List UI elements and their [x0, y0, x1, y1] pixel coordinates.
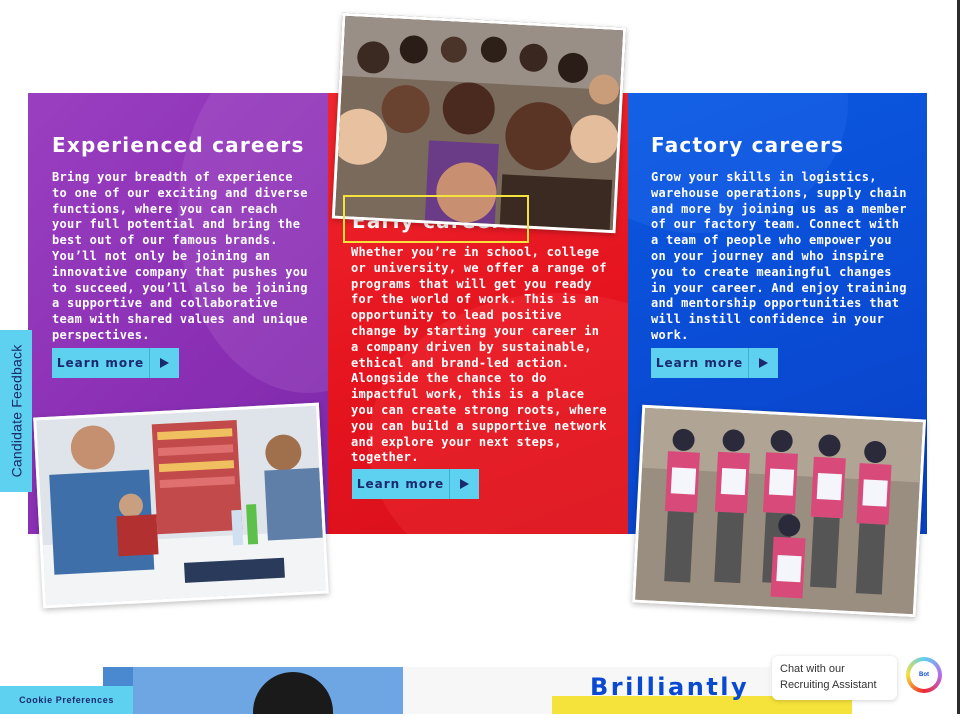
experienced-careers-title: Experienced careers [52, 133, 305, 157]
factory-careers-text: Grow your skills in logistics, warehouse… [651, 170, 907, 342]
chat-prompt-bubble[interactable]: Chat with our Recruiting Assistant [772, 656, 897, 700]
cookie-preferences-button[interactable]: Cookie Preferences [0, 686, 133, 714]
focus-highlight-box [343, 195, 529, 243]
learn-more-label: Learn more [655, 356, 744, 370]
early-careers-text: Whether you’re in school, college or uni… [351, 245, 607, 465]
factory-learn-more-button[interactable]: Learn more [651, 348, 778, 378]
learn-more-label: Learn more [356, 477, 445, 491]
experienced-careers-photo [33, 402, 329, 609]
experienced-learn-more-button[interactable]: Learn more [52, 348, 179, 378]
play-arrow-icon [748, 348, 778, 378]
candidate-feedback-label: Candidate Feedback [8, 344, 24, 478]
chat-bot-icon[interactable]: Bot [906, 657, 942, 693]
factory-careers-photo [632, 404, 926, 618]
candidate-feedback-tab[interactable]: Candidate Feedback [0, 330, 32, 492]
banner-heading: Brilliantly [590, 673, 750, 701]
banner-image-left [103, 667, 403, 718]
learn-more-label: Learn more [56, 356, 145, 370]
early-learn-more-button[interactable]: Learn more [352, 469, 479, 499]
chat-bot-label: Bot [910, 661, 938, 689]
play-arrow-icon [449, 469, 479, 499]
experienced-careers-text: Bring your breadth of experience to one … [52, 170, 308, 342]
factory-careers-title: Factory careers [651, 133, 845, 157]
play-arrow-icon [149, 348, 179, 378]
